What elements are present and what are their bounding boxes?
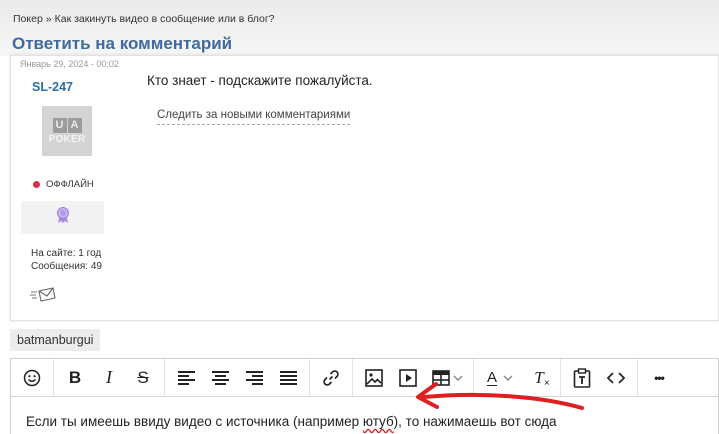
bold-label: B [68, 367, 82, 387]
author-name[interactable]: SL-247 [32, 80, 73, 94]
avatar[interactable]: U A POKER [42, 106, 92, 156]
insert-table-button[interactable] [425, 363, 469, 393]
toolbar-group-color: A T × [474, 359, 561, 396]
table-icon [431, 369, 450, 386]
clear-formatting-label: T [534, 367, 544, 387]
user-stats: На сайте: 1 год Сообщения: 49 [31, 247, 102, 273]
user-posts: Сообщения: 49 [31, 261, 102, 272]
toolbar-group-link [310, 359, 353, 396]
align-right-button[interactable] [237, 363, 271, 393]
clear-formatting-icon: T × [534, 367, 550, 389]
toolbar-group-align [165, 359, 310, 396]
editor-content[interactable]: Если ты имеешь ввиду видео с источника (… [26, 414, 557, 429]
comment-text: Кто знает - подскажите пожалуйста. [147, 73, 373, 88]
font-color-icon: A [486, 368, 497, 386]
avatar-logo-letter-a: A [67, 117, 82, 133]
follow-comments-link[interactable]: Следить за новыми комментариями [157, 109, 351, 125]
toolbar-group-more: ••• [638, 359, 680, 396]
avatar-logo: U A [52, 117, 82, 133]
align-right-icon [245, 370, 263, 385]
toolbar-group-emoji [11, 359, 54, 396]
breadcrumb-item-poker[interactable]: Покер [13, 13, 43, 25]
avatar-logo-text: POKER [48, 133, 86, 145]
italic-button[interactable]: I [92, 363, 126, 393]
editor-text-part1: Если ты имеешь ввиду видео с источника (… [26, 414, 363, 429]
source-code-button[interactable] [599, 363, 633, 393]
bold-button[interactable]: B [58, 363, 92, 393]
paste-text-icon [573, 367, 591, 388]
align-justify-button[interactable] [271, 363, 305, 393]
reply-editor[interactable]: B I S A T × ••• Если ты имеешь ввиду вид… [10, 358, 719, 434]
emoji-icon [23, 369, 41, 387]
align-left-button[interactable] [169, 363, 203, 393]
editor-toolbar: B I S A T × ••• [11, 359, 718, 397]
align-center-icon [211, 370, 229, 385]
editor-text-misspelled: ютуб [362, 414, 394, 429]
comment-card [10, 55, 719, 321]
toolbar-group-format: B I S [54, 359, 165, 396]
reply-username: batmanburgui [10, 329, 101, 351]
link-icon [322, 369, 340, 387]
breadcrumb: Покер» Как закинуть видео в сообщение или… [13, 13, 275, 25]
strikethrough-button[interactable]: S [126, 363, 160, 393]
toolbar-group-tools [561, 359, 638, 396]
comment-date: Январь 29, 2024 - 00:02 [20, 59, 119, 69]
source-code-icon [607, 371, 625, 385]
chevron-down-icon [503, 375, 513, 381]
image-icon [365, 368, 383, 387]
toolbar-group-media [353, 359, 474, 396]
user-award [21, 201, 104, 234]
badge-icon [55, 206, 71, 229]
link-button[interactable] [314, 363, 348, 393]
more-button[interactable]: ••• [642, 363, 676, 393]
breadcrumb-separator: » [45, 13, 52, 25]
italic-label: I [106, 367, 112, 387]
status-badge: ОФФЛАЙН [33, 179, 94, 190]
breadcrumb-item-topic[interactable]: Как закинуть видео в сообщение или в бло… [55, 13, 275, 25]
status-label: ОФФЛАЙН [46, 179, 94, 190]
insert-image-button[interactable] [357, 363, 391, 393]
clear-formatting-button[interactable]: T × [522, 363, 556, 393]
chevron-down-icon [453, 375, 463, 381]
insert-video-button[interactable] [391, 363, 425, 393]
align-justify-icon [279, 370, 297, 385]
emoji-button[interactable] [15, 363, 49, 393]
font-color-label: A [486, 368, 497, 386]
align-left-icon [177, 370, 195, 385]
user-on-site: На сайте: 1 год [31, 248, 102, 259]
page-title: Ответить на комментарий [12, 34, 233, 53]
more-icon: ••• [654, 370, 665, 385]
avatar-logo-letter-u: U [52, 117, 67, 133]
align-center-button[interactable] [203, 363, 237, 393]
paste-as-text-button[interactable] [565, 363, 599, 393]
video-icon [399, 368, 417, 387]
editor-text-part2: ), то нажимаешь вот сюда [393, 414, 557, 429]
status-dot-icon [33, 181, 40, 188]
page: Покер» Как закинуть видео в сообщение или… [0, 0, 719, 434]
private-message-icon[interactable] [30, 287, 56, 308]
font-color-button[interactable]: A [478, 363, 522, 393]
strikethrough-label: S [137, 367, 149, 387]
